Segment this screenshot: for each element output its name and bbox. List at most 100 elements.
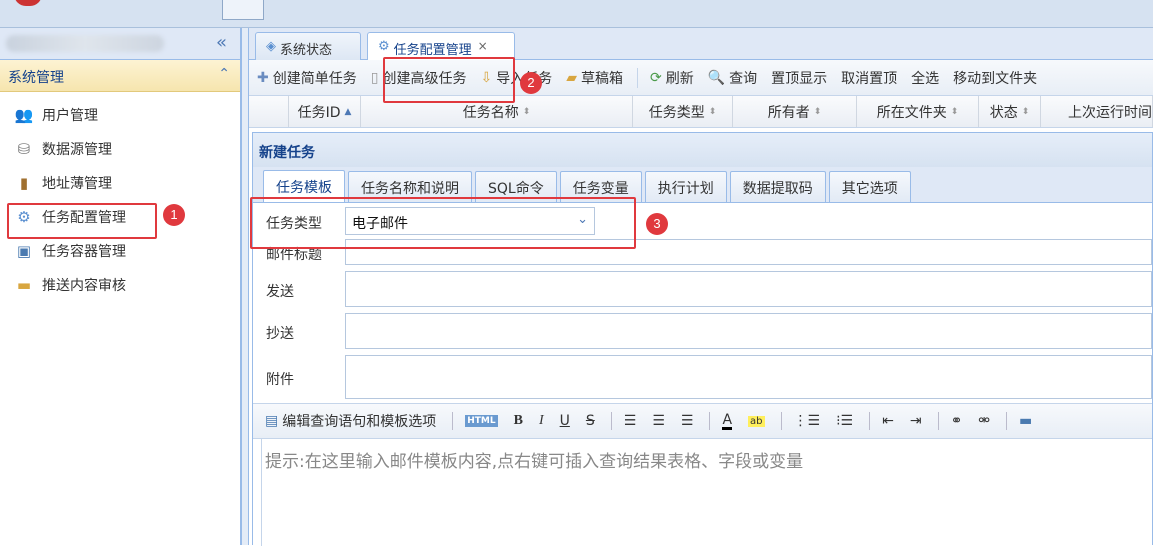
blurred-username <box>6 35 164 52</box>
sort-icon: ⬍ <box>1021 106 1030 117</box>
font-color-icon[interactable]: A <box>722 413 733 430</box>
sort-icon: ⬍ <box>708 106 717 117</box>
column-folder[interactable]: 所在文件夹 ⬍ <box>857 96 979 127</box>
annotation-badge-3: 3 <box>646 213 668 235</box>
template-icon: ▤ <box>265 413 279 429</box>
close-icon[interactable]: × <box>478 39 488 53</box>
html-icon[interactable]: HTML <box>465 415 498 427</box>
grid-checkbox-column[interactable] <box>249 96 289 127</box>
toolbar-divider <box>780 412 782 430</box>
users-icon: 👥 <box>14 106 34 124</box>
left-panel-header: « <box>0 28 240 60</box>
toolbar-divider <box>709 412 711 430</box>
column-task-type[interactable]: 任务类型 ⬍ <box>633 96 733 127</box>
app-logo <box>14 0 42 6</box>
bold-icon[interactable]: B <box>514 413 523 429</box>
gear-icon: ⚙ <box>378 39 390 54</box>
drafts-button[interactable]: ▰ 草稿箱 <box>566 68 623 88</box>
status-icon: ◈ <box>266 39 276 54</box>
tab-system-status[interactable]: ◈ 系统状态 <box>255 32 361 60</box>
dialog-title: 新建任务 <box>253 133 1152 167</box>
strikethrough-icon[interactable]: S <box>586 413 595 429</box>
pin-top-button[interactable]: 置顶显示 <box>771 68 827 88</box>
nav-item-push-review[interactable]: ▬ 推送内容审核 <box>0 268 240 302</box>
unpin-button[interactable]: 取消置顶 <box>841 68 897 88</box>
tab-strip: ◈ 系统状态 ⚙ 任务配置管理 × <box>249 28 1153 61</box>
move-to-folder-button[interactable]: 移动到文件夹 <box>953 68 1037 88</box>
column-owner[interactable]: 所有者 ⬍ <box>733 96 857 127</box>
subtab-extract-code[interactable]: 数据提取码 <box>729 171 826 202</box>
column-last-run[interactable]: 上次运行时间 <box>1041 96 1153 127</box>
attachment-row: 附件 <box>253 353 1152 399</box>
indent-icon[interactable]: ⇥ <box>910 413 922 429</box>
addressbook-icon: ▮ <box>19 174 29 192</box>
email-template-editor[interactable]: 提示:在这里输入邮件模板内容,点右键可插入查询结果表格、字段或变量 <box>261 439 1152 546</box>
edit-template-button[interactable]: ▤ 编辑查询语句和模板选项 <box>265 411 436 431</box>
plus-icon: ✚ <box>257 69 269 86</box>
send-input[interactable] <box>345 271 1152 307</box>
annotation-badge-2: 2 <box>520 72 542 94</box>
main-area: ◈ 系统状态 ⚙ 任务配置管理 × ✚创建简单任务 ▯创建高级任务 ⇩导入任务 … <box>249 28 1153 546</box>
toolbar-divider <box>636 67 638 88</box>
editor-toolbar: ▤ 编辑查询语句和模板选项 HTML B I U S ☰ ☰ ☰ A ab ⋮☰ … <box>253 403 1152 439</box>
toolbar-divider <box>1006 412 1008 430</box>
column-task-id[interactable]: 任务ID ▲ <box>289 96 361 127</box>
send-row: 发送 <box>253 269 1152 309</box>
annotation-box-3 <box>250 197 636 249</box>
nav-item-users[interactable]: 👥 用户管理 <box>0 98 240 132</box>
folder-icon: ▬ <box>16 276 32 294</box>
annotation-badge-1: 1 <box>163 204 185 226</box>
new-task-dialog: 新建任务 任务模板 任务名称和说明 SQL命令 任务变量 执行计划 数据提取码 … <box>252 132 1153 546</box>
align-center-icon[interactable]: ☰ <box>652 413 665 429</box>
numbered-list-icon[interactable]: ⁝☰ <box>836 413 853 429</box>
bullet-list-icon[interactable]: ⋮☰ <box>794 413 821 429</box>
nav-item-addressbook[interactable]: ▮ 地址薄管理 <box>0 166 240 200</box>
underline-icon[interactable]: U <box>560 413 570 429</box>
cc-input[interactable] <box>345 313 1152 349</box>
subtab-other-options[interactable]: 其它选项 <box>828 171 911 202</box>
toolbar-divider <box>452 412 454 430</box>
refresh-button[interactable]: ⟳ 刷新 <box>650 68 694 88</box>
select-all-button[interactable]: 全选 <box>911 68 939 88</box>
task-form: 任务类型 电子邮件 ⌄ 邮件标题 发送 抄送 附件 ▤ 编辑查询语句和模板选项 … <box>253 203 1152 546</box>
search-icon: 🔍 <box>707 69 726 86</box>
left-panel: « 系统管理 ⌃ 👥 用户管理 ⛁ 数据源管理 ▮ 地址薄管理 ⚙ 任务配置管理… <box>0 28 241 545</box>
attachment-input[interactable] <box>345 355 1152 399</box>
sort-icon: ⬍ <box>950 106 959 117</box>
annotation-box-1 <box>7 203 157 239</box>
splitter[interactable] <box>241 28 249 545</box>
sort-icon: ⬍ <box>522 106 531 117</box>
sort-icon: ⬍ <box>813 106 822 117</box>
unlink-icon[interactable]: ⚮ <box>978 413 990 429</box>
chevron-up-icon[interactable]: ⌃ <box>218 66 230 82</box>
drafts-icon: ▰ <box>566 69 577 86</box>
editor-hint: 提示:在这里输入邮件模板内容,点右键可插入查询结果表格、字段或变量 <box>265 452 804 472</box>
toolbar-divider <box>869 412 871 430</box>
column-status[interactable]: 状态 ⬍ <box>979 96 1041 127</box>
database-icon: ⛁ <box>17 140 31 158</box>
highlight-icon[interactable]: ab <box>748 415 765 427</box>
document-icon: ▯ <box>370 69 379 86</box>
query-button[interactable]: 🔍 查询 <box>708 68 757 88</box>
app-header <box>0 0 1153 28</box>
toolbar-divider <box>937 412 939 430</box>
cc-row: 抄送 <box>253 311 1152 351</box>
refresh-icon: ⟳ <box>649 69 662 86</box>
collapse-left-icon[interactable]: « <box>216 32 227 53</box>
container-icon: ▣ <box>16 242 32 260</box>
annotation-box-2 <box>383 57 515 103</box>
subtab-schedule[interactable]: 执行计划 <box>644 171 727 202</box>
header-box <box>222 0 264 20</box>
nav-item-task-container[interactable]: ▣ 任务容器管理 <box>0 234 240 268</box>
link-icon[interactable]: ⚭ <box>951 413 963 429</box>
section-title[interactable]: 系统管理 ⌃ <box>0 60 240 92</box>
create-simple-button[interactable]: ✚ 创建简单任务 <box>257 68 357 88</box>
outdent-icon[interactable]: ⇤ <box>882 413 894 429</box>
align-left-icon[interactable]: ☰ <box>624 413 637 429</box>
italic-icon[interactable]: I <box>539 413 544 429</box>
sort-asc-icon: ▲ <box>344 106 352 117</box>
toolbar-divider <box>610 412 612 430</box>
nav-item-datasource[interactable]: ⛁ 数据源管理 <box>0 132 240 166</box>
horizontal-rule-icon[interactable]: ▬ <box>1019 413 1032 429</box>
align-right-icon[interactable]: ☰ <box>681 413 694 429</box>
